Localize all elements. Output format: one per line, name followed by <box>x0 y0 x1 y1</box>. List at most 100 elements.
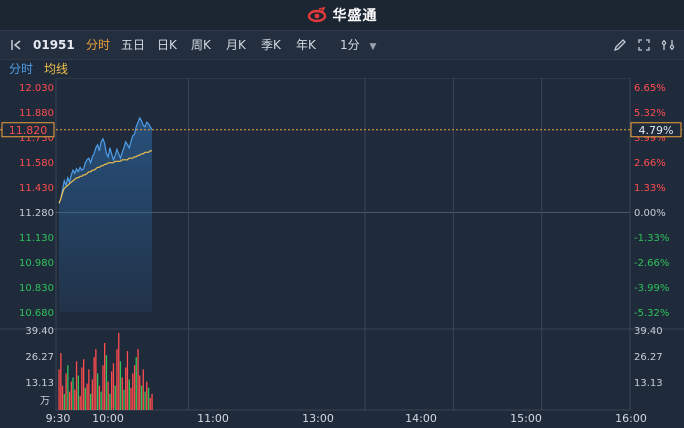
pen-icon[interactable] <box>613 38 627 52</box>
percent-tick-label: 5.32% <box>634 108 666 119</box>
volume-bar <box>91 379 93 410</box>
interval-select[interactable]: 1分 ▼ <box>340 31 376 59</box>
percent-tick-label: 1.33% <box>634 183 666 194</box>
percent-tick-label: 6.65% <box>634 83 666 94</box>
volume-bar <box>77 375 79 410</box>
volume-bar <box>84 387 86 410</box>
volume-tick-label-right: 26.27 <box>634 352 663 363</box>
time-tick-label: 11:00 <box>197 412 229 425</box>
current-price-label: 11.820 <box>9 124 48 137</box>
volume-bar <box>126 351 129 410</box>
volume-bar <box>144 391 146 410</box>
time-tick-label: 16:00 <box>615 412 647 425</box>
volume-bar <box>90 393 92 410</box>
volume-bar <box>123 389 125 410</box>
percent-tick-label: 2.66% <box>634 158 666 169</box>
back-icon[interactable] <box>10 38 24 52</box>
volume-bar <box>133 365 136 410</box>
volume-bar <box>142 369 144 410</box>
volume-bar <box>67 365 69 410</box>
interval-value: 1分 <box>340 38 360 52</box>
timeshare-chart[interactable]: 12.030 6.65%11.880 5.32%11.730 3.99%11.580 2… <box>0 78 684 428</box>
time-tick-label: 10:00 <box>92 412 124 425</box>
volume-bar <box>140 385 143 410</box>
volume-bar <box>132 373 134 410</box>
time-tick-label: 9:30 <box>46 412 71 425</box>
indicator-bar: 分时 均线 <box>0 60 684 78</box>
stock-code: 01951 <box>33 38 75 52</box>
volume-bar <box>83 359 85 410</box>
volume-bar <box>97 373 99 410</box>
volume-bar <box>137 349 139 410</box>
price-tick-label: 10.680 <box>19 308 54 319</box>
brand-logo-icon <box>307 7 326 23</box>
chevron-down-icon: ▼ <box>369 42 377 52</box>
volume-bar <box>88 369 90 410</box>
time-tick-label: 15:00 <box>510 412 542 425</box>
price-tick-label: 11.580 <box>19 158 54 169</box>
price-tick-label: 12.030 <box>19 83 54 94</box>
volume-bar <box>151 393 153 410</box>
volume-bar <box>100 391 102 410</box>
time-tick-label: 13:00 <box>302 412 334 425</box>
volume-bar <box>139 375 141 410</box>
volume-bar <box>109 393 111 410</box>
volume-bar <box>74 389 76 410</box>
volume-bar <box>58 369 60 410</box>
volume-bar <box>146 381 148 410</box>
tab-five-day[interactable]: 五日 <box>121 31 145 59</box>
volume-bar <box>119 361 122 410</box>
settings-icon[interactable] <box>661 38 675 52</box>
volume-bar <box>118 332 120 410</box>
current-change-label: 4.79% <box>639 124 674 137</box>
percent-tick-label: 0.00% <box>634 208 666 219</box>
volume-bar <box>63 393 65 410</box>
price-tick-label: 10.980 <box>19 258 54 269</box>
percent-tick-label: -2.66% <box>634 258 669 269</box>
percent-tick-label: -5.32% <box>634 308 669 319</box>
tab-monthly-k[interactable]: 月K <box>226 31 246 59</box>
price-tick-label: 10.830 <box>19 283 54 294</box>
volume-bar <box>125 367 127 410</box>
volume-bar <box>149 397 151 410</box>
volume-bar <box>93 357 95 410</box>
volume-tick-label: 26.27 <box>25 352 54 363</box>
timeshare-legend[interactable]: 分时 <box>9 60 33 78</box>
price-tick-label: 11.880 <box>19 108 54 119</box>
time-tick-label: 14:00 <box>405 412 437 425</box>
volume-bar <box>135 357 137 410</box>
price-tick-label: 11.280 <box>19 208 54 219</box>
volume-bar <box>107 381 109 410</box>
price-tick-label: 11.430 <box>19 183 54 194</box>
volume-bar <box>61 385 64 410</box>
price-tick-label: 11.130 <box>19 233 54 244</box>
tab-weekly-k[interactable]: 周K <box>191 31 211 59</box>
percent-tick-label: -1.33% <box>634 233 669 244</box>
volume-bar <box>79 395 81 410</box>
volume-bar <box>130 387 132 410</box>
tab-daily-k[interactable]: 日K <box>157 31 177 59</box>
volume-bar <box>98 385 101 410</box>
expand-icon[interactable] <box>637 38 651 52</box>
volume-bar <box>95 349 97 410</box>
volume-bar <box>75 361 78 410</box>
volume-bar <box>86 383 88 410</box>
volume-bar <box>65 373 67 410</box>
tab-timeshare[interactable]: 分时 <box>86 31 110 59</box>
average-legend[interactable]: 均线 <box>44 60 68 78</box>
volume-bar <box>112 363 115 410</box>
brand-name: 华盛通 <box>332 8 378 24</box>
volume-bar <box>121 377 123 410</box>
volume-tick-label: 39.40 <box>25 326 54 337</box>
volume-bar <box>114 385 116 410</box>
percent-tick-label: -3.99% <box>634 283 669 294</box>
volume-bar <box>105 355 108 410</box>
tab-yearly-k[interactable]: 年K <box>296 31 316 59</box>
volume-bar <box>68 391 71 410</box>
volume-bar <box>128 379 130 410</box>
tab-quarterly-k[interactable]: 季K <box>261 31 281 59</box>
brand-bar: 华盛通 <box>0 0 684 30</box>
volume-bar <box>60 353 62 410</box>
volume-bar <box>111 371 113 410</box>
volume-bar <box>81 367 83 410</box>
